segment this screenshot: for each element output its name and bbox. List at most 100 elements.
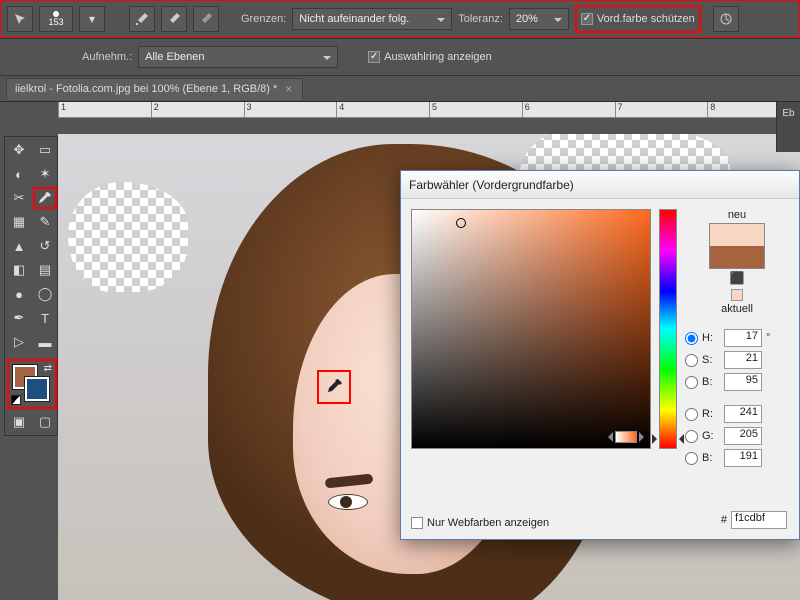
pressure-icon[interactable] bbox=[713, 6, 739, 32]
close-icon[interactable]: × bbox=[285, 82, 292, 96]
pen-tool[interactable]: ✒ bbox=[7, 307, 31, 329]
sampler-plus-icon[interactable] bbox=[129, 6, 155, 32]
preview-current-swatch[interactable] bbox=[710, 246, 764, 268]
lasso-tool[interactable]: ◐ bbox=[7, 163, 31, 185]
b-value[interactable]: 191 bbox=[724, 449, 762, 467]
web-only-checkbox[interactable]: Nur Webfarben anzeigen bbox=[411, 517, 549, 529]
bv-radio[interactable] bbox=[685, 376, 698, 389]
reset-swatches-icon[interactable] bbox=[11, 395, 21, 405]
b-row: B: 191 bbox=[685, 449, 789, 467]
new-label: neu bbox=[728, 209, 746, 221]
right-panel-collapsed[interactable]: Eb bbox=[776, 102, 800, 152]
move-tool[interactable]: ✥ bbox=[7, 139, 31, 161]
protect-fg-checkbox[interactable]: ✓ Vord.farbe schützen bbox=[581, 13, 695, 25]
h-row: H: 17 ° bbox=[685, 329, 789, 347]
history-brush-tool[interactable]: ↺ bbox=[33, 235, 57, 257]
below-field-strip bbox=[411, 431, 651, 443]
stamp-tool[interactable]: ▲ bbox=[7, 235, 31, 257]
wand-tool[interactable]: ✶ bbox=[33, 163, 57, 185]
bv-value[interactable]: 95 bbox=[724, 373, 762, 391]
eyedropper-tool[interactable] bbox=[33, 187, 57, 209]
h-value[interactable]: 17 bbox=[724, 329, 762, 347]
options-bar-2: Aufnehm.: Alle Ebenen ✓ Auswahlring anze… bbox=[0, 38, 800, 76]
swap-swatches-icon[interactable]: ⇄ bbox=[44, 363, 52, 374]
checkbox-icon: ✓ bbox=[581, 13, 593, 25]
crop-tool[interactable]: ✂ bbox=[7, 187, 31, 209]
marquee-tool[interactable]: ▭ bbox=[33, 139, 57, 161]
ruler-tick: 7 bbox=[615, 102, 708, 117]
limits-dropdown[interactable]: Nicht aufeinander folg. bbox=[292, 8, 452, 30]
document-tab-title: iielkrol - Fotolia.com.jpg bei 100% (Ebe… bbox=[15, 83, 277, 95]
s-value[interactable]: 21 bbox=[724, 351, 762, 369]
options-bar-1: 153 ▾ Grenzen: Nicht aufeinander folg. T… bbox=[0, 0, 800, 38]
blur-tool[interactable]: ● bbox=[7, 283, 31, 305]
preview-tiny-swatch bbox=[731, 289, 743, 301]
patch-tool[interactable]: ▦ bbox=[7, 211, 31, 233]
s-row: S: 21 bbox=[685, 351, 789, 369]
screen-mode-tool[interactable]: ▢ bbox=[33, 411, 57, 433]
color-swatches[interactable]: ⇄ bbox=[7, 359, 57, 409]
mini-gradient-icon bbox=[615, 431, 637, 443]
checkbox-icon: ✓ bbox=[368, 51, 380, 63]
checkbox-icon bbox=[411, 517, 423, 529]
chevron-down-icon[interactable]: ▾ bbox=[79, 6, 105, 32]
sampler-minus-icon[interactable] bbox=[161, 6, 187, 32]
sampler-bg-icon[interactable] bbox=[193, 6, 219, 32]
shape-tool[interactable]: ▬ bbox=[33, 331, 57, 353]
hex-value[interactable]: f1cdbf bbox=[731, 511, 787, 529]
document-tab[interactable]: iielkrol - Fotolia.com.jpg bei 100% (Ebe… bbox=[6, 78, 303, 100]
gradient-tool[interactable]: ▤ bbox=[33, 259, 57, 281]
s-radio[interactable] bbox=[685, 354, 698, 367]
r-radio[interactable] bbox=[685, 408, 698, 421]
sample-label: Aufnehm.: bbox=[82, 51, 132, 63]
show-ring-checkbox[interactable]: ✓ Auswahlring anzeigen bbox=[368, 51, 492, 63]
sample-dropdown[interactable]: Alle Ebenen bbox=[138, 46, 338, 68]
deg-unit: ° bbox=[766, 332, 774, 344]
r-value[interactable]: 241 bbox=[724, 405, 762, 423]
color-field-cursor[interactable] bbox=[456, 218, 466, 228]
eraser-tool[interactable]: ◧ bbox=[7, 259, 31, 281]
hex-row: # f1cdbf bbox=[721, 511, 787, 529]
limits-label: Grenzen: bbox=[241, 13, 286, 25]
limits-value: Nicht aufeinander folg. bbox=[299, 13, 409, 25]
tool-preset-icon[interactable] bbox=[7, 6, 33, 32]
eyedropper-icon bbox=[324, 377, 344, 397]
ruler-tick: 3 bbox=[244, 102, 337, 117]
brush-tool[interactable]: ✎ bbox=[33, 211, 57, 233]
h-radio[interactable] bbox=[685, 332, 698, 345]
b-label: B: bbox=[702, 452, 720, 464]
dodge-tool[interactable]: ◯ bbox=[33, 283, 57, 305]
ruler-tick: 5 bbox=[429, 102, 522, 117]
bv-label: B: bbox=[702, 376, 720, 388]
tolerance-dropdown[interactable]: 20% bbox=[509, 8, 569, 30]
color-field[interactable] bbox=[411, 209, 651, 449]
background-swatch[interactable] bbox=[25, 377, 49, 401]
horizontal-ruler: 1 2 3 4 5 6 7 8 bbox=[58, 102, 800, 118]
g-value[interactable]: 205 bbox=[724, 427, 762, 445]
b-radio[interactable] bbox=[685, 452, 698, 465]
show-ring-label: Auswahlring anzeigen bbox=[384, 51, 492, 63]
dialog-title: Farbwähler (Vordergrundfarbe) bbox=[409, 178, 574, 192]
document-tab-bar: iielkrol - Fotolia.com.jpg bei 100% (Ebe… bbox=[0, 76, 800, 102]
ruler-tick: 2 bbox=[151, 102, 244, 117]
g-label: G: bbox=[702, 430, 720, 442]
hex-label: # bbox=[721, 514, 727, 526]
cube-icon: ⬛ bbox=[730, 271, 745, 285]
quickmask-tool[interactable]: ▣ bbox=[7, 411, 31, 433]
g-row: G: 205 bbox=[685, 427, 789, 445]
hue-slider[interactable] bbox=[659, 209, 677, 449]
bv-row: B: 95 bbox=[685, 373, 789, 391]
preview-new-swatch[interactable] bbox=[710, 224, 764, 246]
tolerance-value: 20% bbox=[516, 13, 538, 25]
hue-arrow-left-icon bbox=[652, 434, 662, 444]
ruler-tick: 6 bbox=[522, 102, 615, 117]
type-tool[interactable]: T bbox=[33, 307, 57, 329]
dialog-title-bar[interactable]: Farbwähler (Vordergrundfarbe) bbox=[401, 171, 799, 199]
brush-size-picker[interactable]: 153 bbox=[39, 6, 73, 32]
path-select-tool[interactable]: ▷ bbox=[7, 331, 31, 353]
ruler-tick: 1 bbox=[58, 102, 151, 117]
hue-arrow-right-icon bbox=[674, 434, 684, 444]
photo-eye bbox=[328, 494, 368, 510]
picker-side-panel: neu ⬛ aktuell H: 17 ° S: bbox=[685, 209, 789, 467]
g-radio[interactable] bbox=[685, 430, 698, 443]
